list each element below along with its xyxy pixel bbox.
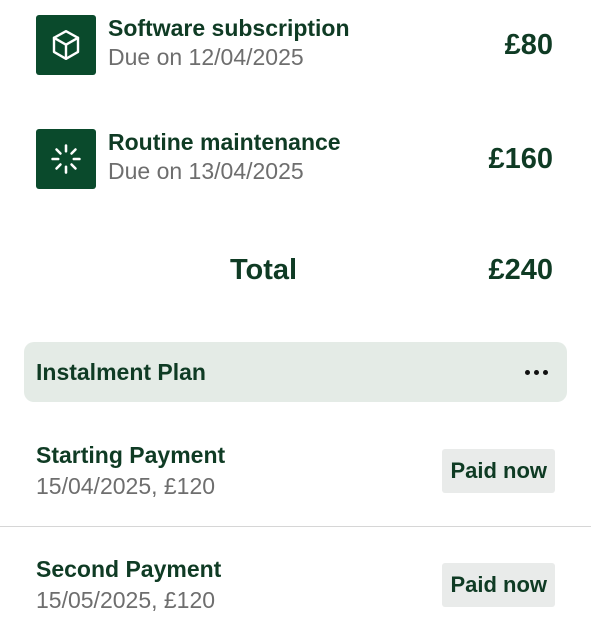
loading-spinner-icon [36, 129, 96, 189]
total-row: Total £240 [0, 250, 555, 294]
payment-row-starting: Starting Payment 15/04/2025, £120 Paid n… [36, 439, 555, 503]
bill-amount: £160 [488, 142, 553, 175]
bill-title: Routine maintenance [108, 129, 341, 155]
bill-text: Routine maintenance Due on 13/04/2025 [108, 129, 341, 189]
bill-item-routine-maintenance[interactable]: Routine maintenance Due on 13/04/2025 £1… [36, 129, 555, 189]
bill-title: Software subscription [108, 15, 350, 41]
bill-due-date: Due on 12/04/2025 [108, 44, 304, 70]
instalment-plan-title: Instalment Plan [36, 358, 206, 385]
more-horizontal-icon [524, 369, 530, 375]
bill-due-date: Due on 13/04/2025 [108, 158, 304, 184]
payment-title: Starting Payment [36, 442, 226, 468]
divider [0, 526, 591, 527]
payment-detail: 15/05/2025, £120 [36, 587, 216, 613]
more-options-button[interactable] [519, 357, 553, 387]
instalment-plan-header: Instalment Plan [24, 342, 567, 402]
bill-text: Software subscription Due on 12/04/2025 [108, 15, 350, 75]
status-badge: Paid now [442, 449, 555, 493]
payment-detail: 15/04/2025, £120 [36, 473, 216, 499]
payment-title: Second Payment [36, 556, 222, 582]
payment-row-second: Second Payment 15/05/2025, £120 Paid now [36, 553, 555, 617]
status-badge: Paid now [442, 563, 555, 607]
box-icon [36, 15, 96, 75]
bill-summary-page: Software subscription Due on 12/04/2025 … [0, 0, 591, 630]
bill-amount: £80 [504, 28, 553, 61]
bill-item-software-subscription[interactable]: Software subscription Due on 12/04/2025 … [36, 15, 555, 75]
total-label: Total [230, 254, 298, 286]
total-amount: £240 [488, 254, 553, 286]
payment-text: Second Payment 15/05/2025, £120 [36, 554, 221, 616]
payment-text: Starting Payment 15/04/2025, £120 [36, 440, 225, 502]
